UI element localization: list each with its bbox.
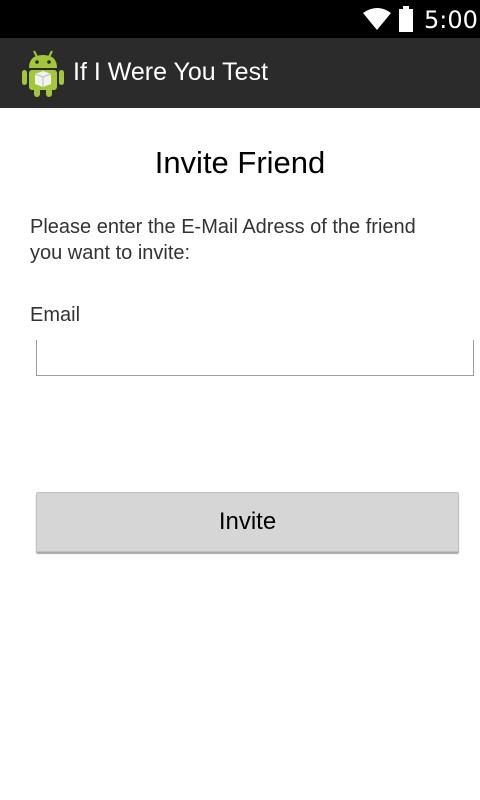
invite-button[interactable]: Invite	[36, 492, 459, 552]
email-field[interactable]	[36, 340, 474, 376]
status-bar: 5:00	[0, 0, 480, 38]
action-bar: If I Were You Test	[0, 38, 480, 108]
instructions-text: Please enter the E-Mail Adress of the fr…	[30, 216, 416, 264]
wifi-icon	[363, 8, 391, 30]
content-area: Invite Friend Please enter the E-Mail Ad…	[0, 108, 480, 800]
status-time: 5:00	[424, 6, 478, 34]
email-label: Email	[30, 304, 81, 326]
page-title: Invite Friend	[154, 145, 326, 180]
android-icon	[22, 50, 64, 97]
battery-icon	[399, 6, 413, 32]
app-title: If I Were You Test	[73, 58, 269, 86]
